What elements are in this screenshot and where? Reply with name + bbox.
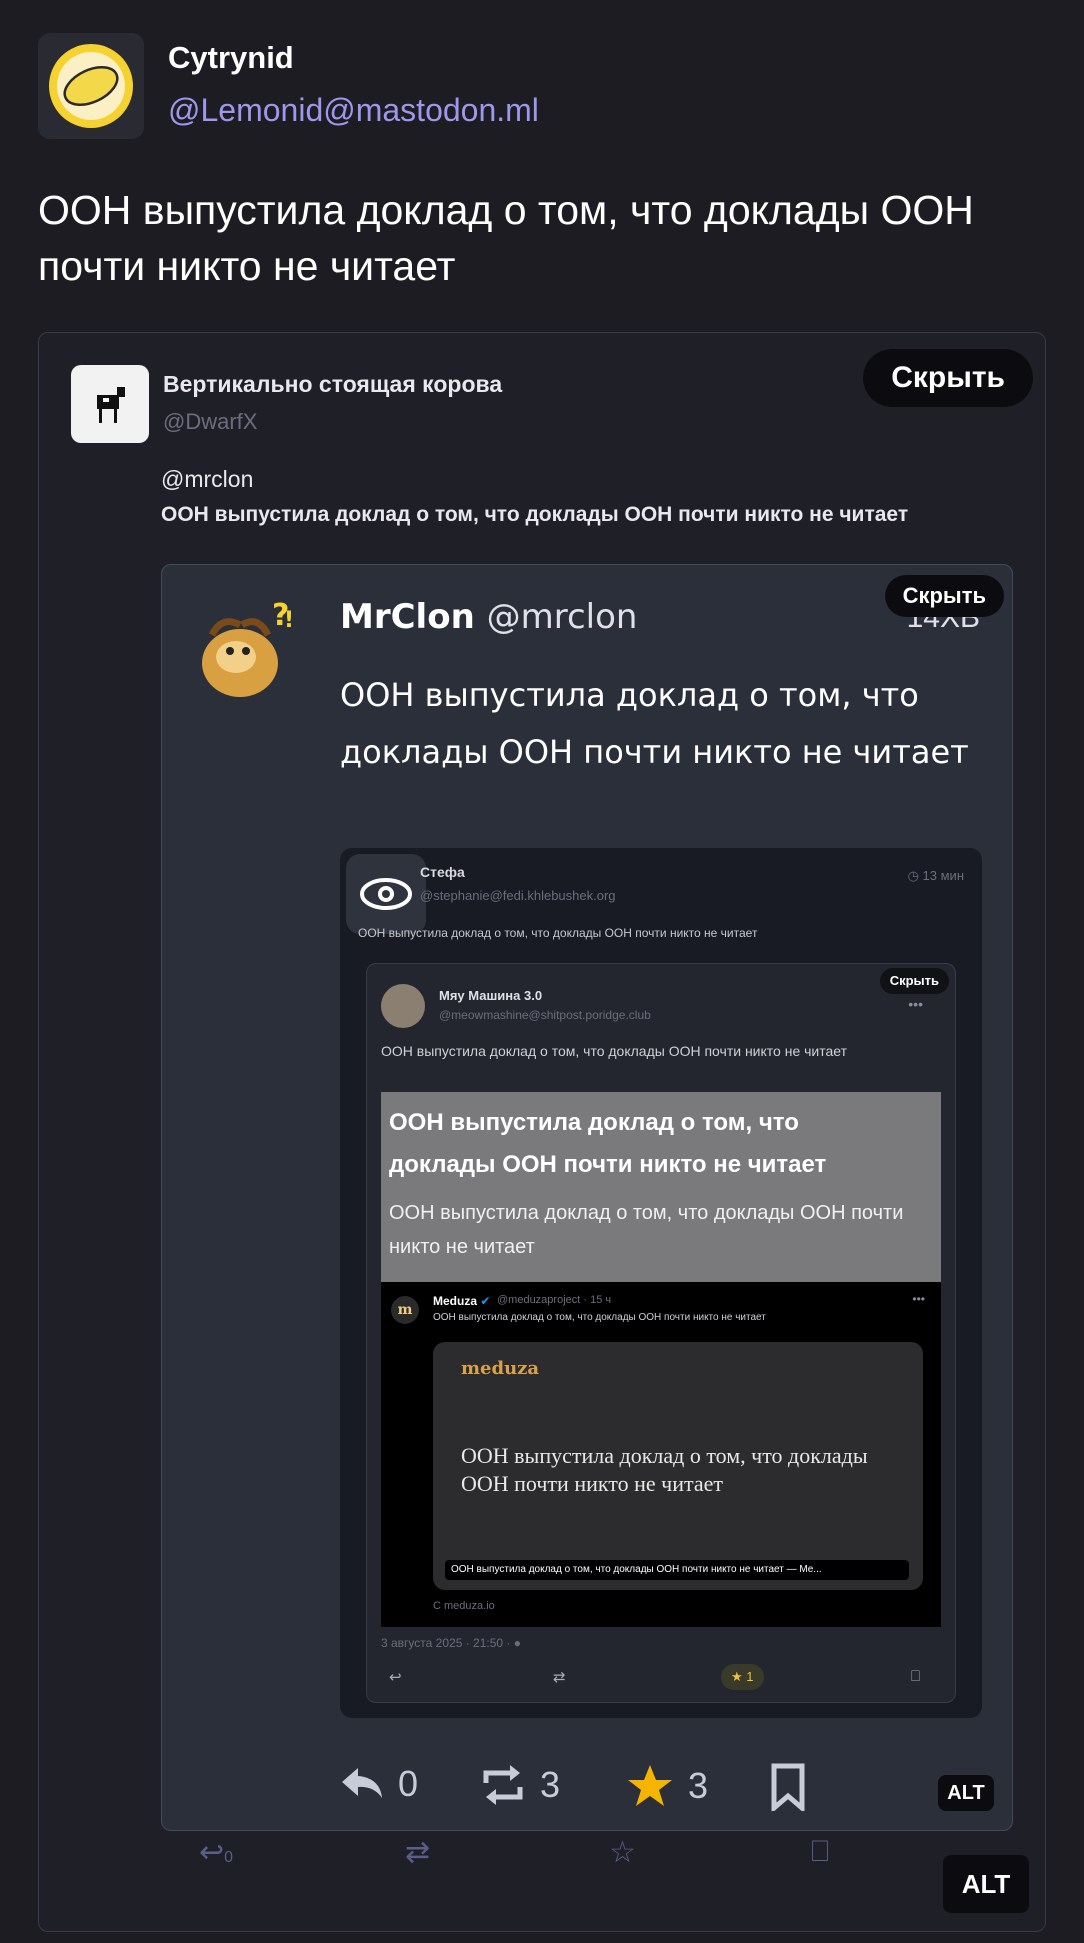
svg-text:!: ! (284, 608, 294, 633)
user-handle: @meduzaproject · 15 ч (497, 1294, 612, 1306)
reply-action: 0 (340, 1763, 418, 1805)
meduza-logo-icon: m (391, 1296, 419, 1324)
avatar (381, 984, 425, 1028)
bookmark-icon (771, 1763, 805, 1811)
display-name: MrClon @mrclon (340, 597, 638, 637)
quoted-post-card: ? ! MrClon @mrclon 14ХВ Скрыть ООН выпус… (161, 564, 1013, 1831)
display-name: Meduza ✔ (433, 1294, 491, 1308)
quoted-post-card: Стефа @stephanie@fedi.khlebushek.org ◷ 1… (340, 848, 982, 1718)
boost-icon (483, 1765, 523, 1805)
bookmark-action (770, 1763, 806, 1811)
alt-badge[interactable]: ALT (943, 1855, 1029, 1913)
post-text: ООН выпустила доклад о том, что доклады … (381, 1043, 848, 1059)
gnu-mascot-icon: ? ! (202, 598, 294, 697)
verified-icon: ✔ (480, 1294, 491, 1308)
post-text: ООН выпустила доклад о том, что доклады … (433, 1312, 766, 1323)
action-bar: ↩︎0 ⇄ ☆ ⎕ (99, 1813, 999, 1893)
timestamp: ◷ 13 мин (907, 868, 964, 883)
more-icon: ••• (912, 1292, 925, 1306)
hide-button: Скрыть (884, 575, 1004, 617)
link-preview-card: meduza ООН выпустила доклад о том, что д… (433, 1342, 923, 1590)
post-text: ООН выпустила доклад о том, что доклады … (340, 676, 969, 771)
display-name: Вертикально стоящая корова (163, 371, 503, 397)
hide-button: Скрыть (879, 968, 949, 994)
avatar (71, 365, 149, 443)
reply-icon: ↩ (389, 1669, 402, 1686)
image-attachment[interactable]: Скрыть Вертикально стоящая корова @Dwarf… (38, 332, 1046, 1932)
user-handle: @stephanie@fedi.khlebushek.org (420, 888, 616, 903)
action-bar: ↩ ⇄ ★ 1 ⎕ (381, 1664, 941, 1694)
boost-action: 3 (480, 1763, 560, 1807)
favourite-pill: ★ 1 (721, 1664, 764, 1690)
boost-icon[interactable]: ⇄ (405, 1835, 430, 1870)
post-text: ООН выпустила доклад о том, что доклады … (161, 503, 909, 526)
avatar: ? ! (192, 595, 302, 705)
bookmark-icon: ⎕ (911, 1668, 921, 1685)
bookmark-icon[interactable]: ⎕ (811, 1835, 829, 1869)
quoted-post-card: Скрыть Мяу Машина 3.0 @meowmashine@shitp… (366, 963, 956, 1703)
cow-icon (97, 387, 125, 423)
timestamp: 3 августа 2025 · 21:50 · ● (381, 1636, 521, 1650)
link-preview-title: ООН выпустила доклад о том, что доклады … (389, 1109, 827, 1178)
hide-button[interactable]: Скрыть (863, 349, 1033, 407)
link-preview-title: ООН выпустила доклад о том, что доклады … (461, 1443, 868, 1496)
mention: @mrclon (161, 466, 254, 492)
post-text: ООН выпустила доклад о том, что доклады … (38, 187, 974, 289)
more-icon: ••• (908, 996, 923, 1012)
user-handle: @DwarfX (163, 409, 258, 434)
display-name[interactable]: Cytrynid (168, 40, 294, 76)
favourite-action: 3 (626, 1763, 708, 1809)
avatar[interactable] (38, 33, 144, 139)
reply-icon (342, 1768, 382, 1798)
post-text: ООН выпустила доклад о том, что доклады … (358, 926, 758, 940)
boost-icon: ⇄ (553, 1669, 566, 1686)
link-preview-description: ООН выпустила доклад о том, что доклады … (389, 1202, 904, 1258)
link-preview-card: ООН выпустила доклад о том, что доклады … (381, 1092, 941, 1282)
star-icon (628, 1765, 672, 1806)
display-name: Мяу Машина 3.0 (439, 988, 543, 1003)
alt-badge: ALT (938, 1775, 994, 1811)
display-name: Стефа (420, 864, 465, 880)
star-icon[interactable]: ☆ (609, 1835, 636, 1870)
link-preview-caption: ООН выпустила доклад о том, что доклады … (445, 1560, 909, 1580)
user-handle: @meowmashine@shitpost.poridge.club (439, 1008, 651, 1022)
reply-all-icon[interactable]: ↩︎0 (199, 1835, 233, 1870)
embedded-tweet: m Meduza ✔ @meduzaproject · 15 ч ••• ООН… (381, 1282, 941, 1627)
lemon-avatar-icon (49, 44, 133, 128)
user-handle[interactable]: @Lemonid@mastodon.ml (168, 92, 539, 129)
link-source: С meduza.io (433, 1600, 495, 1612)
eye-icon (346, 854, 426, 934)
user-handle: @mrclon (486, 597, 638, 637)
meduza-brand: meduza (461, 1358, 540, 1379)
clock-icon: ◷ (907, 868, 923, 883)
